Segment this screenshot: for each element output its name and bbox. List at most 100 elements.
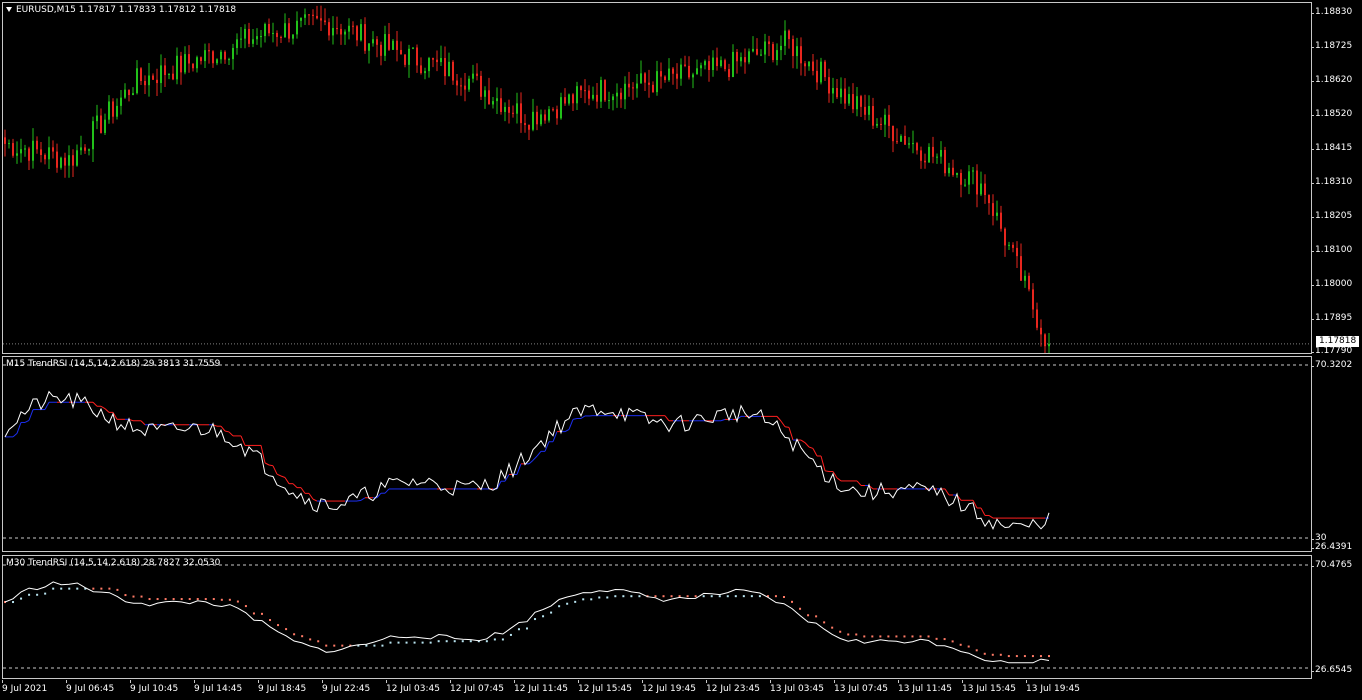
- trend-dot: [582, 598, 585, 601]
- collapse-triangle-icon[interactable]: [6, 7, 12, 12]
- trend-segment: [24, 419, 30, 423]
- m30-trendrsi-title: M30 TrendRSI (14,5,14,2.618) 28.7827 32.…: [6, 558, 221, 568]
- price-tick: 1.18620: [1310, 75, 1353, 85]
- trend-dot: [935, 637, 938, 640]
- candle-body: [384, 34, 386, 56]
- candle-body: [264, 23, 266, 37]
- candle-body: [260, 36, 262, 38]
- trend-dot: [815, 615, 818, 618]
- trend-dot: [782, 595, 785, 598]
- price-tick: 1.18520: [1310, 109, 1353, 119]
- trend-dot: [325, 644, 328, 647]
- trend-segment: [220, 425, 226, 432]
- candle-body: [944, 149, 946, 174]
- candle-body: [228, 59, 230, 61]
- trend-dot: [156, 598, 159, 601]
- candle-body: [116, 105, 118, 117]
- trend-dot: [983, 652, 986, 655]
- candle-body: [716, 57, 718, 67]
- rsi-line: [4, 390, 1050, 531]
- candle-body: [576, 86, 578, 104]
- candle-body: [80, 147, 82, 151]
- trend-dot: [1031, 655, 1034, 658]
- candle-body: [20, 149, 22, 154]
- candle-body: [888, 114, 890, 126]
- candle-body: [556, 109, 558, 119]
- candle-body: [340, 28, 342, 35]
- rsi-line: [4, 581, 1050, 664]
- candle-body: [488, 90, 490, 105]
- time-label: 9 Jul 10:45: [130, 680, 179, 694]
- trend-dot: [293, 633, 296, 636]
- candle-body: [592, 94, 594, 99]
- candle-body: [884, 114, 886, 125]
- candle-body: [676, 73, 678, 79]
- trend-dot: [742, 595, 745, 598]
- candle-body: [432, 58, 434, 60]
- candlestick-chart[interactable]: [3, 3, 1311, 353]
- candle-body: [212, 51, 214, 64]
- time-label: 13 Jul 15:45: [962, 680, 1016, 694]
- candle-body: [304, 14, 306, 18]
- candle-body: [996, 212, 998, 216]
- price-scale[interactable]: 1.18830 1.18725 1.18620 1.18520 1.18415 …: [1310, 0, 1362, 700]
- price-tick: 1.18725: [1310, 41, 1353, 51]
- trend-dot: [501, 638, 504, 641]
- candle-body: [344, 31, 346, 35]
- candle-body: [980, 183, 982, 195]
- m30-trendrsi-pane[interactable]: M30 TrendRSI (14,5,14,2.618) 28.7827 32.…: [2, 555, 1312, 679]
- trend-dot: [180, 598, 183, 601]
- candle-body: [816, 70, 818, 83]
- trend-segment: [308, 493, 314, 500]
- candle-body: [916, 143, 918, 151]
- time-label: 12 Jul 03:45: [386, 680, 440, 694]
- candle-body: [864, 106, 866, 115]
- time-axis[interactable]: 9 Jul 2021 9 Jul 06:45 9 Jul 10:45 9 Jul…: [0, 680, 1312, 700]
- trend-segment: [260, 445, 266, 463]
- candle-body: [896, 141, 898, 143]
- candle-body: [148, 75, 150, 86]
- trend-dot: [140, 595, 143, 598]
- price-chart-pane[interactable]: EURUSD,M15 1.17817 1.17833 1.17812 1.178…: [2, 2, 1312, 354]
- trend-dot: [702, 595, 705, 598]
- candle-body: [380, 44, 382, 56]
- candle-body: [104, 119, 106, 133]
- trend-segment: [780, 420, 786, 428]
- candle-body: [984, 183, 986, 196]
- candle-body: [204, 50, 206, 62]
- trend-segment: [836, 477, 842, 482]
- candle-body: [656, 71, 658, 93]
- candle-body: [752, 48, 754, 52]
- trend-segment: [664, 415, 670, 422]
- candle-body: [972, 170, 974, 172]
- candle-body: [496, 98, 498, 102]
- candle-body: [448, 61, 450, 77]
- trend-dot: [252, 612, 255, 615]
- candle-body: [256, 36, 258, 40]
- m15-trendrsi-pane[interactable]: M15 TrendRSI (14,5,14,2.618) 29.3813 31.…: [2, 356, 1312, 552]
- price-tick: 1.18415: [1310, 143, 1353, 153]
- trend-dot: [204, 598, 207, 601]
- candle-body: [728, 69, 730, 78]
- candle-body: [32, 140, 34, 161]
- time-label: 9 Jul 06:45: [66, 680, 115, 694]
- candle-body: [388, 34, 390, 50]
- candle-body: [232, 47, 234, 60]
- trend-dot: [269, 619, 272, 622]
- candle-body: [144, 80, 146, 86]
- trend-segment: [804, 442, 810, 448]
- candle-body: [532, 111, 534, 130]
- candle-body: [932, 146, 934, 157]
- time-label: 13 Jul 19:45: [1026, 680, 1080, 694]
- candle-body: [500, 98, 502, 112]
- trend-dot: [421, 641, 424, 644]
- candle-body: [960, 172, 962, 185]
- trend-segment: [312, 498, 318, 502]
- candle-body: [392, 40, 394, 50]
- candle-body: [172, 73, 174, 80]
- trend-dot: [405, 641, 408, 644]
- candle-body: [4, 137, 6, 144]
- trend-dot: [389, 641, 392, 644]
- trend-segment: [44, 402, 50, 410]
- trend-dot: [68, 587, 71, 590]
